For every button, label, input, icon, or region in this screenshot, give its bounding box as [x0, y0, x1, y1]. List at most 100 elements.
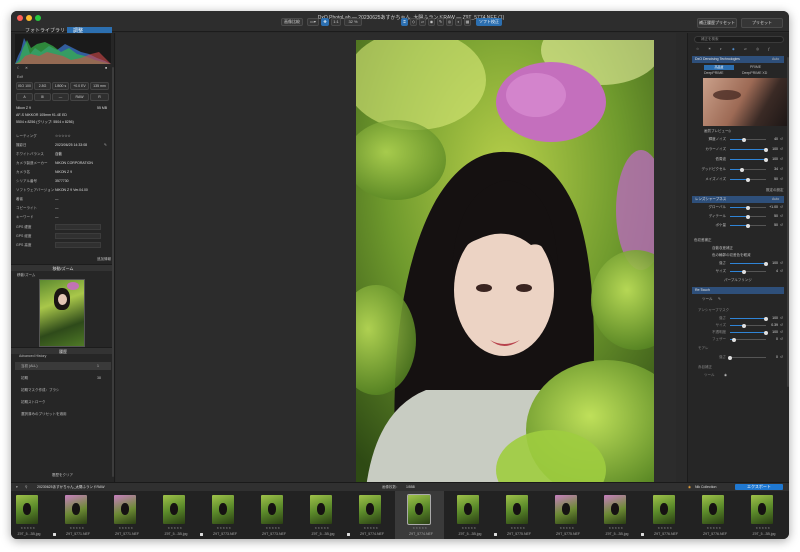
- slider-track[interactable]: [730, 269, 766, 274]
- slider-value[interactable]: 100: [768, 147, 778, 151]
- deepprime-checkbox[interactable]: DeepPRIME: [704, 71, 723, 75]
- slider-track[interactable]: [730, 223, 766, 228]
- slider-knob[interactable]: [746, 214, 750, 219]
- slider-value[interactable]: 100: [768, 261, 778, 265]
- presets-button[interactable]: プリセット: [741, 18, 783, 28]
- image-viewer[interactable]: [116, 33, 676, 488]
- slider-knob[interactable]: [746, 223, 750, 228]
- navigator-thumbnail[interactable]: [39, 279, 85, 347]
- watermark-tool-icon[interactable]: ◐: [455, 18, 462, 26]
- close-window-button[interactable]: [17, 15, 23, 21]
- rating-stars[interactable]: ★★★★★: [746, 526, 780, 530]
- history-item[interactable]: 初期ストローク: [15, 398, 111, 406]
- redeye-tool-icon[interactable]: ◎: [446, 18, 453, 26]
- tab-light-icon[interactable]: ☀: [708, 47, 711, 51]
- slider-track[interactable]: [730, 316, 768, 321]
- defaults-link[interactable]: 既定の設定: [766, 188, 784, 193]
- reset-icon[interactable]: ↺: [780, 147, 783, 151]
- more-info-link[interactable]: 追加情報: [97, 257, 111, 262]
- lens-mode[interactable]: Auto: [772, 197, 779, 201]
- film-thumbnail[interactable]: ★★★★★ Z9T_5...3B.jpg: [591, 491, 640, 539]
- film-thumbnail[interactable]: ★★★★★ Z9T_5773.NEF: [199, 491, 248, 539]
- slider-knob[interactable]: [746, 205, 750, 210]
- tab-geometry-icon[interactable]: ▱: [744, 47, 747, 51]
- slider-value[interactable]: 0.39: [768, 323, 778, 327]
- reset-icon[interactable]: ↺: [780, 157, 783, 161]
- history-presets-button[interactable]: 補正履歴プリセット: [697, 18, 737, 28]
- rating-stars[interactable]: ★★★★★: [452, 526, 486, 530]
- history-item[interactable]: 初期マスク作成：ブラシ: [15, 386, 111, 394]
- rating-stars[interactable]: ★★★★★: [599, 526, 633, 530]
- rating-stars[interactable]: ★★★★★: [354, 526, 388, 530]
- minimize-window-button[interactable]: [26, 15, 32, 21]
- history-item[interactable]: 当初 (ALL) 1: [15, 362, 111, 370]
- denoise-header[interactable]: DxO Denoising Technologies: [692, 56, 784, 63]
- rating-stars[interactable]: ★★★★★: [60, 526, 94, 530]
- slider-knob[interactable]: [731, 337, 736, 342]
- slider-value[interactable]: 50: [768, 223, 778, 227]
- purple-reduce-option[interactable]: 色の輪郭の収差色を軽減: [712, 253, 751, 258]
- zoom-level-select[interactable]: 32 %: [344, 18, 362, 26]
- sort-icon[interactable]: ▾: [16, 485, 18, 489]
- reset-icon[interactable]: ↺: [780, 167, 783, 171]
- film-thumbnail[interactable]: ★★★★★ Z9T_5771.NEF: [101, 491, 150, 539]
- chromatic-aberration-title[interactable]: 色収差補正: [694, 238, 712, 243]
- crop-tool-icon[interactable]: ⌗: [401, 18, 408, 26]
- film-thumbnail[interactable]: ★★★★★ Z9T_5...3B.jpg: [297, 491, 346, 539]
- search-input[interactable]: 補正を検索: [694, 36, 784, 43]
- nik-collection-button[interactable]: Nik Collection: [695, 485, 716, 489]
- fit-icon[interactable]: ✥: [321, 18, 329, 26]
- slider-track[interactable]: [730, 261, 768, 266]
- film-thumbnail[interactable]: ★★★★★ Z9T_5776.NEF: [640, 491, 689, 539]
- clip-icon[interactable]: ✕: [25, 66, 28, 70]
- slider-track[interactable]: [730, 205, 766, 210]
- rating-stars[interactable]: ★★★★★: [550, 526, 584, 530]
- local-adjust-icon[interactable]: ◉: [428, 18, 435, 26]
- slider-knob[interactable]: [740, 167, 745, 172]
- film-thumbnail[interactable]: ★★★★★ Z9T_5773.NEF: [248, 491, 297, 539]
- view-mode-button[interactable]: ▭▾: [307, 18, 319, 26]
- slider-track[interactable]: [730, 330, 768, 335]
- film-thumbnail[interactable]: ★★★★★ Z9T_5775.NEF: [493, 491, 542, 539]
- auto-ca-option[interactable]: 自動収差補正: [712, 246, 733, 251]
- rating-stars[interactable]: ★★★★★: [11, 526, 45, 530]
- history-item[interactable]: 初期 38: [15, 374, 111, 382]
- film-thumbnail[interactable]: ★★★★★ Z9T_5...3B.jpg: [738, 491, 787, 539]
- rating-stars[interactable]: ★★★★★: [207, 526, 241, 530]
- zoom-ratio-button[interactable]: 1:1: [331, 18, 341, 26]
- slider-knob[interactable]: [742, 323, 747, 328]
- tab-effects-icon[interactable]: ƒ: [768, 47, 770, 51]
- eye-icon[interactable]: ◉: [724, 373, 727, 377]
- slider-value[interactable]: 4: [768, 269, 778, 273]
- rating-stars[interactable]: ★★★★★: [697, 526, 731, 530]
- moon-icon[interactable]: ☾: [17, 66, 20, 70]
- slider-track[interactable]: [730, 137, 766, 142]
- film-thumbnail[interactable]: ★★★★★ Z9T_5...3B.jpg: [150, 491, 199, 539]
- gps-field[interactable]: [55, 233, 101, 239]
- show-mask-icon[interactable]: ▦: [464, 18, 471, 26]
- loupe-panel-header[interactable]: 移動/ズーム: [11, 264, 114, 271]
- select-checkbox[interactable]: [200, 533, 203, 536]
- denoise-prime-option[interactable]: PRIME: [750, 65, 761, 69]
- slider-track[interactable]: [730, 147, 768, 152]
- rating-stars[interactable]: ★★★★★: [648, 526, 682, 530]
- denoise-preview[interactable]: [703, 78, 788, 126]
- reset-icon[interactable]: ↺: [780, 214, 783, 218]
- film-thumbnail[interactable]: ★★★★★ Z9T_5775.NEF: [542, 491, 591, 539]
- slider-knob[interactable]: [742, 269, 747, 274]
- reset-icon[interactable]: ↺: [780, 205, 783, 209]
- slider-knob[interactable]: [728, 355, 732, 360]
- film-thumbnail[interactable]: ★★★★★ Z9T_5...3B.jpg: [11, 491, 52, 539]
- clear-history-button[interactable]: 履歴をクリア: [52, 473, 73, 478]
- slider-value[interactable]: 40: [768, 137, 778, 141]
- edit-pencil-icon[interactable]: ✎: [104, 143, 107, 147]
- nik-icon[interactable]: ◉: [688, 485, 691, 489]
- reset-icon[interactable]: ↺: [780, 323, 783, 327]
- rating-stars[interactable]: ★★★★★: [501, 526, 535, 530]
- slider-value[interactable]: 0: [768, 337, 778, 341]
- denoise-hq-option[interactable]: 高品質: [704, 65, 734, 70]
- rating-stars[interactable]: ★★★★★: [158, 526, 192, 530]
- main-photo[interactable]: [356, 40, 654, 488]
- film-thumbnail[interactable]: ★★★★★ Z9T_5776.NEF: [689, 491, 738, 539]
- reset-icon[interactable]: ↺: [780, 355, 783, 359]
